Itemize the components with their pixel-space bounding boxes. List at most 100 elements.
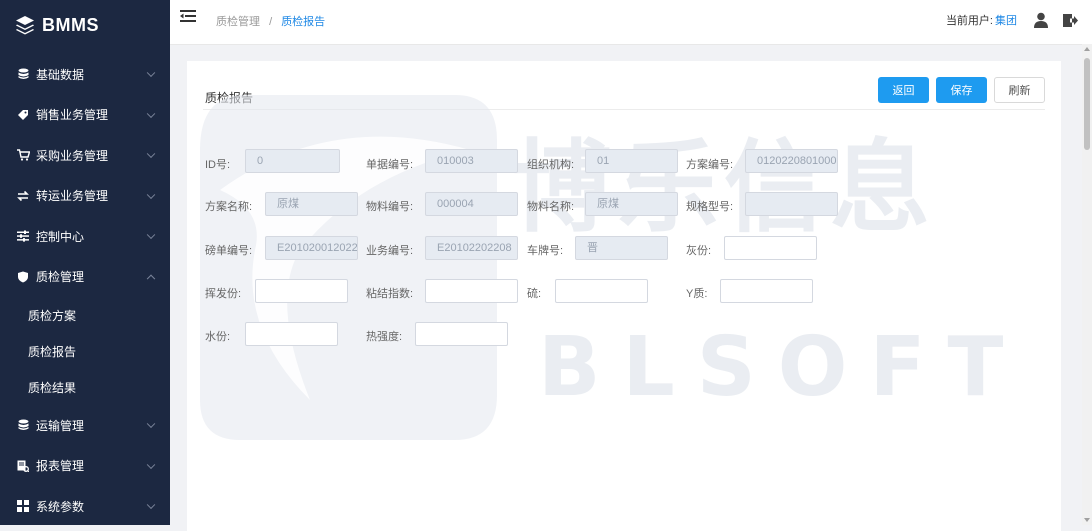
app-logo[interactable]: BMMS (0, 0, 170, 50)
layers-logo-icon (16, 16, 34, 35)
sidebar-item-transport[interactable]: 运输管理 (0, 405, 170, 446)
id-label: ID号: (205, 159, 231, 171)
plate-no-field[interactable]: 晋 (575, 236, 668, 260)
caking-field[interactable] (425, 279, 518, 303)
org-label: 组织机构: (527, 159, 575, 171)
sidebar-item-label: 运输管理 (36, 418, 85, 433)
sidebar-item-transfer[interactable]: 转运业务管理 (0, 176, 170, 217)
refresh-button[interactable]: 刷新 (994, 77, 1045, 103)
sulfur-field[interactable] (555, 279, 648, 303)
sidebar-subitem-label: 质检结果 (28, 380, 77, 395)
logout-icon[interactable] (1063, 13, 1078, 28)
ash-label: 灰份: (686, 245, 712, 257)
material-no-field[interactable]: 000004 (425, 192, 518, 216)
material-name-label: 物料名称: (527, 201, 575, 213)
card-divider (203, 109, 1045, 110)
plan-name-label: 方案名称: (205, 201, 253, 213)
y-value-field[interactable] (720, 279, 813, 303)
scrollbar-thumb[interactable] (1084, 58, 1090, 150)
sidebar-item-base-data[interactable]: 基础数据 (0, 54, 170, 95)
top-bar: 质检管理 / 质检报告 当前用户: 集团 (170, 0, 1092, 45)
tag-icon (16, 108, 30, 122)
save-button[interactable]: 保存 (936, 77, 987, 103)
spec-field[interactable] (745, 192, 838, 216)
back-button[interactable]: 返回 (878, 77, 929, 103)
user-box: 当前用户: 集团 (946, 12, 1078, 28)
sidebar-subitem-quality-report[interactable]: 质检报告 (0, 333, 170, 369)
biz-no-field[interactable]: E20102202208 (425, 236, 518, 260)
cart-icon (16, 148, 30, 162)
plan-no-field[interactable]: 0120220801000 (745, 149, 838, 173)
sidebar-item-label: 销售业务管理 (36, 108, 109, 123)
chevron-down-icon (146, 500, 156, 510)
sidebar-item-system-params[interactable]: 系统参数 (0, 486, 170, 527)
volatile-field[interactable] (255, 279, 348, 303)
sidebar-menu: 基础数据 销售业务管理 采购业务管理 转运业务管理 控制中心 质检管理 质检方案… (0, 54, 170, 527)
sidebar-item-control-center[interactable]: 控制中心 (0, 216, 170, 257)
current-user-label: 当前用户: (945, 15, 993, 27)
plan-name-field[interactable]: 原煤 (265, 192, 358, 216)
ash-field[interactable] (724, 236, 817, 260)
chevron-down-icon (146, 230, 156, 240)
sidebar: BMMS 基础数据 销售业务管理 采购业务管理 转运业务管理 控制中心 质检管理… (0, 0, 170, 525)
report-icon (16, 459, 30, 473)
page-scrollbar[interactable] (1082, 44, 1092, 525)
weigh-no-label: 磅单编号: (205, 245, 253, 257)
caking-label: 粘结指数: (366, 288, 414, 300)
moisture-label: 水份: (205, 331, 231, 343)
biz-no-label: 业务编号: (366, 245, 414, 257)
y-value-label: Y质: (686, 288, 708, 300)
sidebar-subitem-quality-result[interactable]: 质检结果 (0, 369, 170, 405)
material-name-field[interactable]: 原煤 (585, 192, 678, 216)
breadcrumb: 质检管理 / 质检报告 (216, 13, 325, 29)
exchange-icon (16, 189, 30, 203)
chevron-down-icon (146, 419, 156, 429)
chevron-up-icon (146, 274, 156, 283)
moisture-field[interactable] (245, 322, 338, 346)
breadcrumb-separator: / (269, 16, 273, 28)
plan-no-label: 方案编号: (686, 159, 734, 171)
chevron-down-icon (146, 68, 156, 78)
shield-icon (16, 270, 30, 284)
sidebar-item-reports[interactable]: 报表管理 (0, 446, 170, 487)
sidebar-subitem-label: 质检方案 (28, 308, 77, 323)
sidebar-subitem-label: 质检报告 (28, 344, 77, 359)
sidebar-item-label: 报表管理 (36, 459, 85, 474)
thermal-field[interactable] (415, 322, 508, 346)
breadcrumb-parent[interactable]: 质检管理 (216, 16, 260, 28)
weigh-no-field[interactable]: E2010200120220 (265, 236, 358, 260)
spec-label: 规格型号: (686, 201, 734, 213)
current-user-name[interactable]: 集团 (995, 12, 1017, 28)
chevron-down-icon (146, 460, 156, 469)
chevron-down-icon (146, 109, 156, 118)
doc-no-label: 单据编号: (366, 159, 414, 171)
sidebar-item-sales[interactable]: 销售业务管理 (0, 95, 170, 136)
app-logo-text: BMMS (42, 14, 99, 35)
plate-no-label: 车牌号: (527, 245, 564, 257)
id-field[interactable]: 0 (245, 149, 340, 173)
volatile-label: 挥发份: (205, 288, 242, 300)
scroll-up-icon[interactable] (1084, 47, 1090, 51)
user-icon[interactable] (1033, 12, 1049, 28)
thermal-label: 热强度: (366, 331, 403, 343)
sidebar-item-quality[interactable]: 质检管理 (0, 257, 170, 298)
breadcrumb-current: 质检报告 (281, 16, 326, 28)
sidebar-item-label: 质检管理 (36, 270, 85, 285)
database-icon (16, 67, 30, 81)
card-title: 质检报告 (205, 91, 254, 105)
sulfur-label: 硫: (527, 288, 542, 300)
sidebar-item-purchase[interactable]: 采购业务管理 (0, 135, 170, 176)
chevron-down-icon (146, 149, 156, 159)
sidebar-item-label: 转运业务管理 (36, 189, 109, 204)
sidebar-subitem-quality-plan[interactable]: 质检方案 (0, 297, 170, 333)
menu-toggle-icon[interactable] (180, 9, 196, 23)
sidebar-item-label: 基础数据 (36, 67, 85, 82)
sliders-icon (16, 229, 30, 243)
scroll-down-icon[interactable] (1084, 518, 1090, 522)
org-field[interactable]: 01 (585, 149, 678, 173)
doc-no-field[interactable]: 010003 (425, 149, 518, 173)
grid-icon (16, 499, 30, 513)
material-no-label: 物料编号: (366, 201, 414, 213)
database-icon (16, 418, 30, 432)
sidebar-item-label: 采购业务管理 (36, 148, 109, 163)
